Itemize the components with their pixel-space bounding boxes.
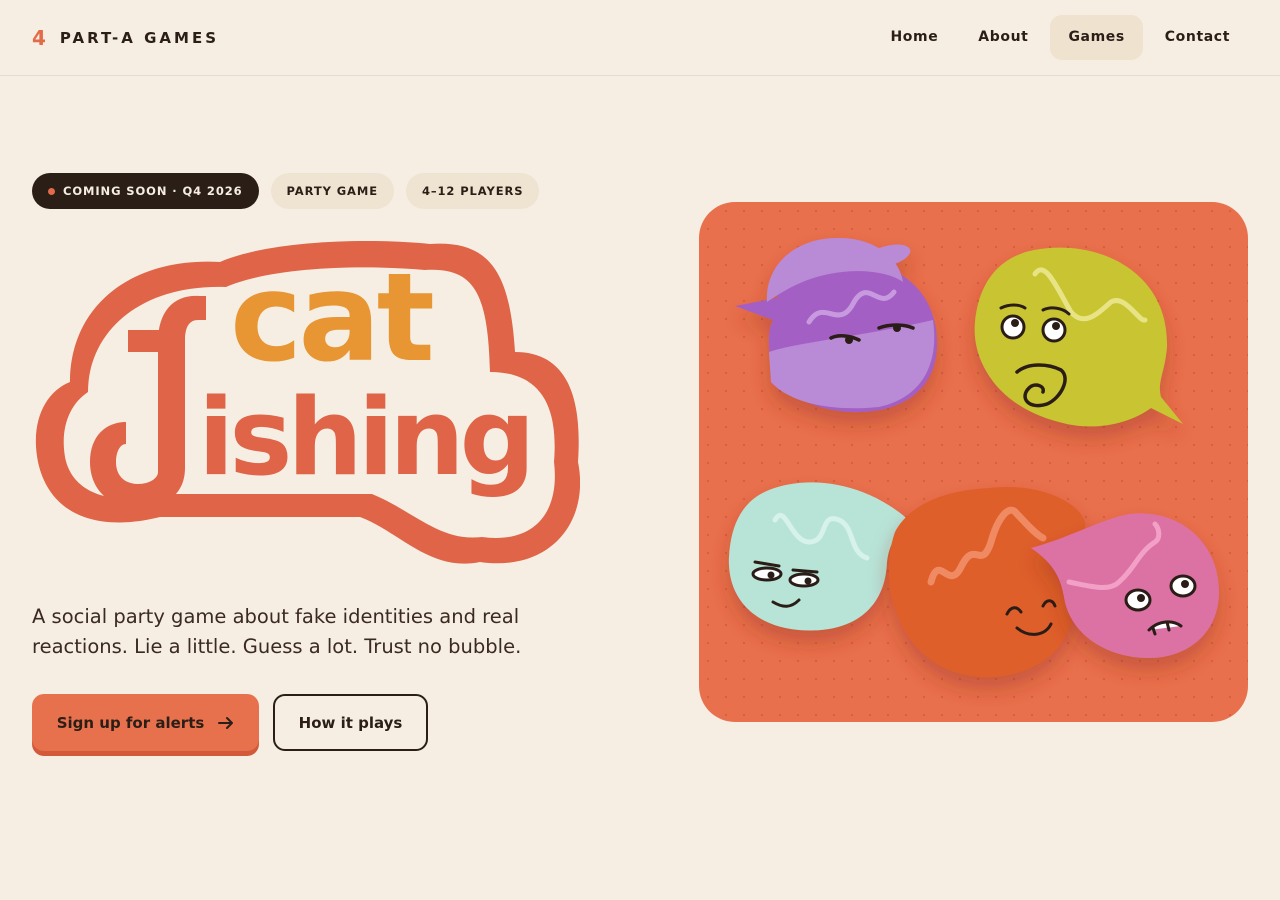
site-header: 4 PART-A GAMES Home About Games Contact xyxy=(0,0,1280,76)
how-it-plays-button[interactable]: How it plays xyxy=(273,694,428,751)
game-logo: cat ishing xyxy=(35,241,580,564)
main-nav: Home About Games Contact xyxy=(872,15,1248,60)
brand-mark: 4 xyxy=(32,26,46,50)
yellow-bubble-icon xyxy=(974,247,1183,427)
brand-logo[interactable]: 4 PART-A GAMES xyxy=(32,26,219,50)
nav-contact[interactable]: Contact xyxy=(1147,15,1248,60)
coming-soon-badge: COMING SOON · Q4 2026 xyxy=(32,173,259,209)
arrow-right-icon xyxy=(218,716,234,729)
orange-bubble-icon xyxy=(888,486,1087,678)
hero-badges: COMING SOON · Q4 2026 PARTY GAME 4–12 PL… xyxy=(32,173,540,209)
signup-alerts-button[interactable]: Sign up for alerts xyxy=(32,694,259,751)
signup-alerts-label: Sign up for alerts xyxy=(56,713,205,732)
purple-bubble-icon xyxy=(735,237,938,413)
speech-bubble-characters xyxy=(728,237,1219,678)
nav-games[interactable]: Games xyxy=(1050,15,1143,60)
brand-name: PART-A GAMES xyxy=(59,29,220,47)
status-dot-icon xyxy=(48,187,55,195)
players-badge: 4–12 PLAYERS xyxy=(405,173,540,209)
genre-badge: PARTY GAME xyxy=(270,173,394,209)
nav-home[interactable]: Home xyxy=(872,15,956,60)
mint-bubble-icon xyxy=(728,482,913,631)
hero-illustration xyxy=(699,202,1248,722)
nav-about[interactable]: About xyxy=(960,15,1046,60)
logo-word-fishing: ishing xyxy=(198,376,531,499)
coming-soon-label: COMING SOON · Q4 2026 xyxy=(63,184,243,198)
logo-word-cat: cat xyxy=(230,247,433,389)
hero-tagline: A social party game about fake identitie… xyxy=(32,605,522,658)
